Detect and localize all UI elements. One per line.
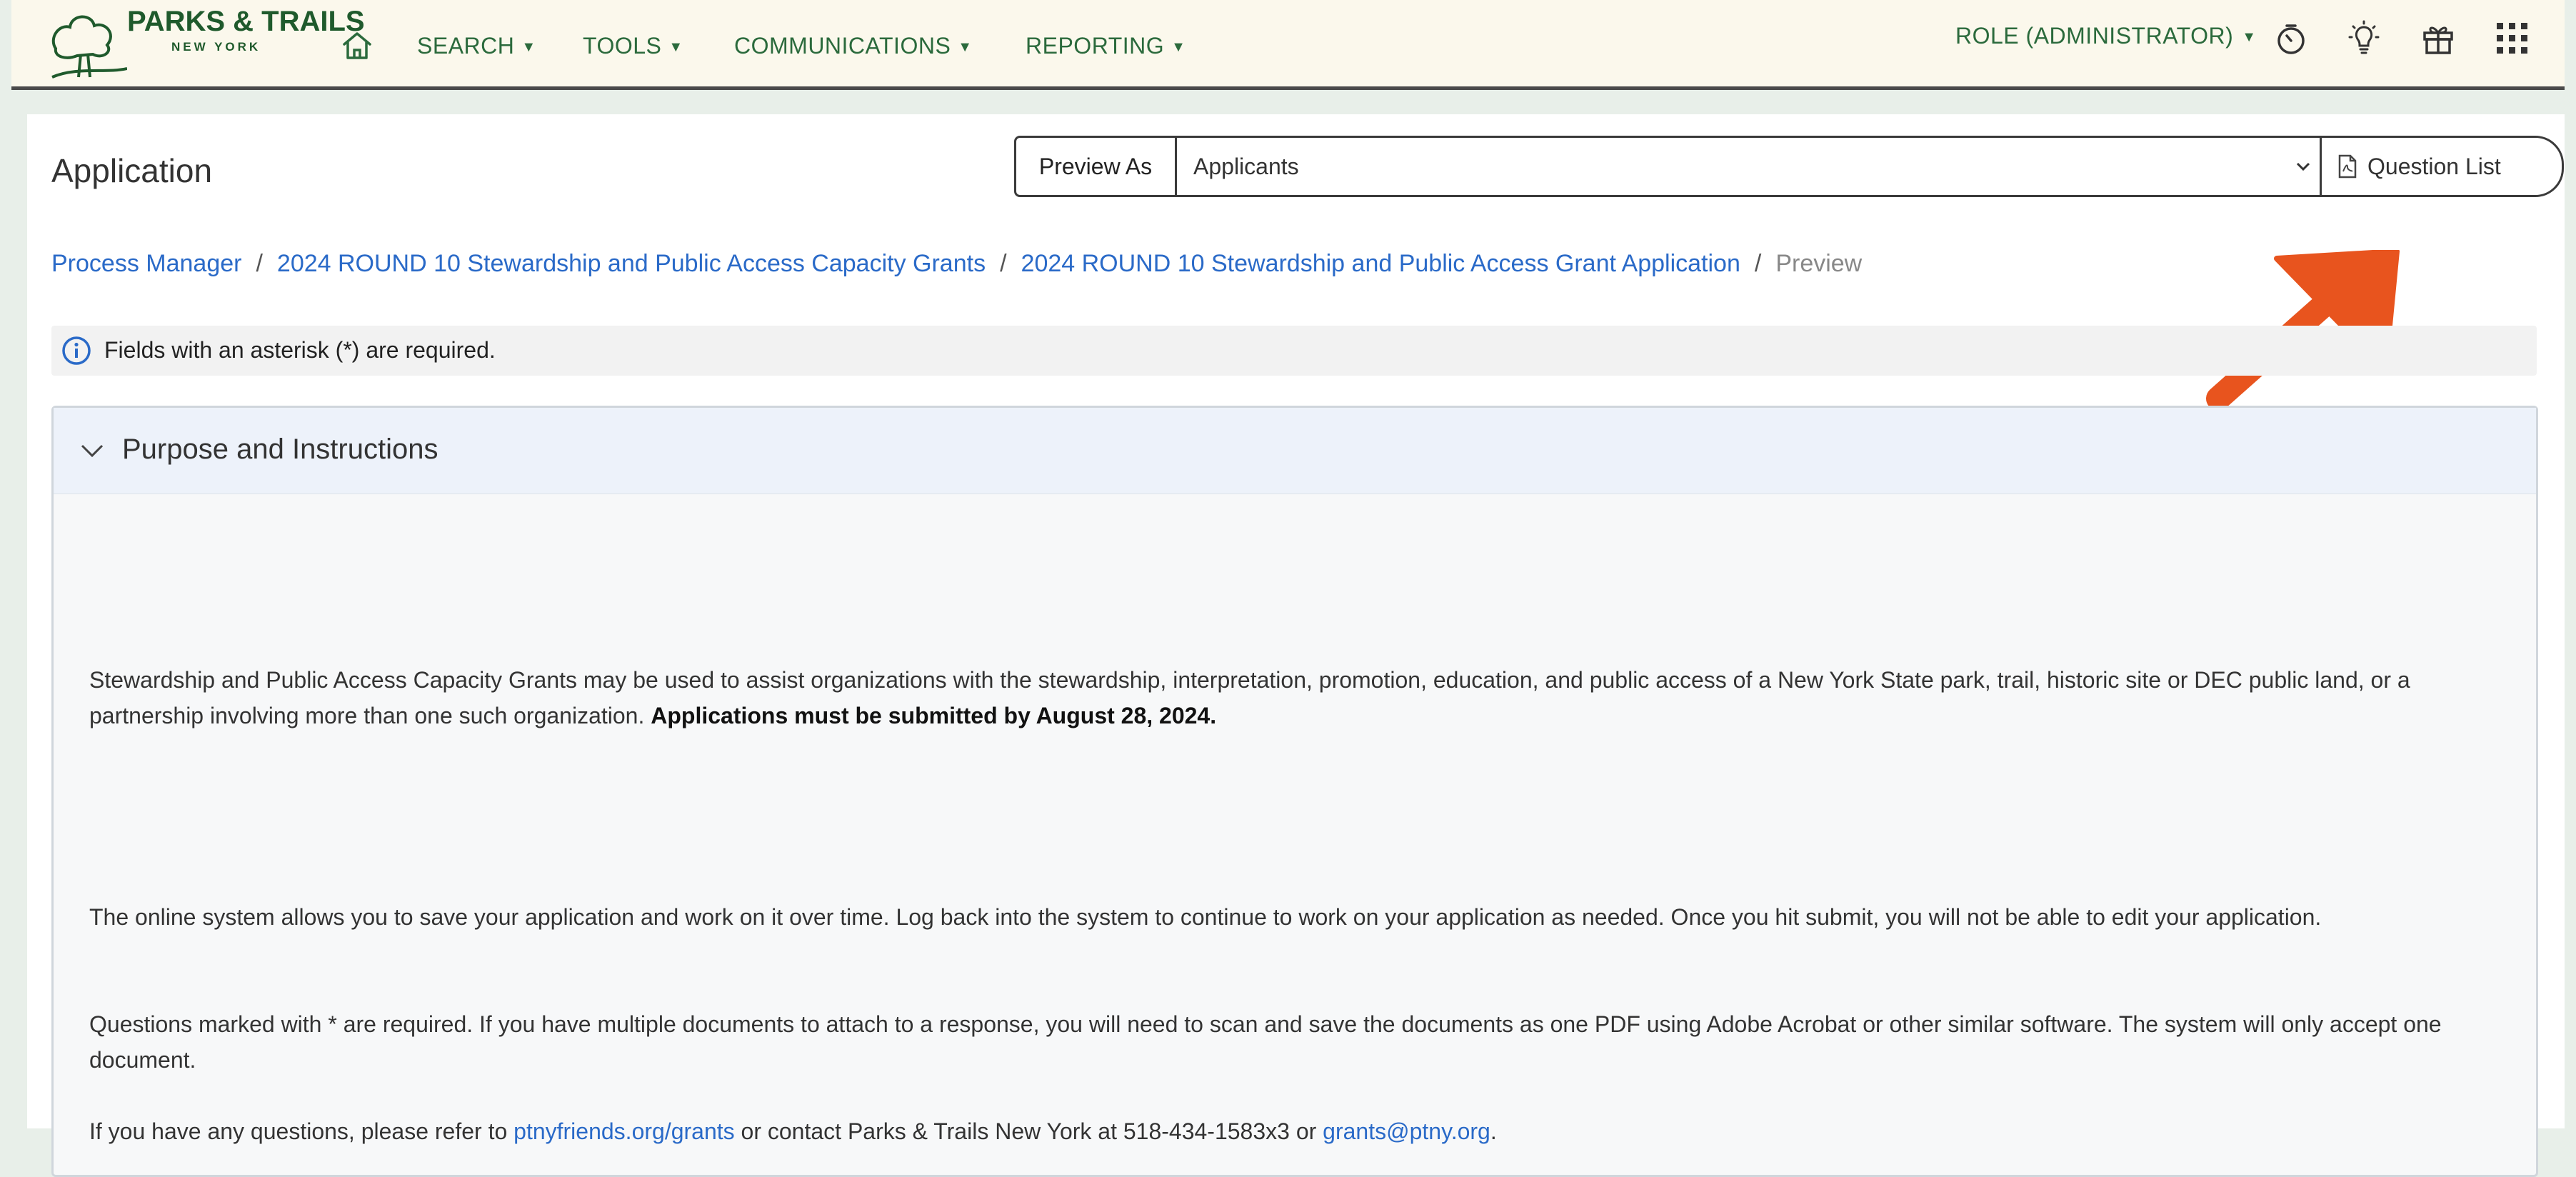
preview-as-control: Preview As Applicants Question List [1014, 136, 2564, 197]
gift-icon[interactable] [2418, 19, 2458, 59]
section-title: Purpose and Instructions [122, 434, 438, 465]
info-icon [62, 336, 91, 365]
grants-website-link[interactable]: ptnyfriends.org/grants [513, 1118, 735, 1144]
parks-trails-logo[interactable]: PARKS & TRAILS NEW YORK [49, 6, 365, 84]
pdf-document-icon [2338, 154, 2357, 178]
preview-as-label: Preview As [1016, 138, 1177, 195]
question-list-label: Question List [2367, 154, 2501, 179]
preview-as-select[interactable]: Applicants [1175, 138, 2317, 195]
caret-down-icon: ▼ [668, 39, 683, 55]
breadcrumb-current: Preview [1775, 250, 1863, 277]
nav-communications-label: COMMUNICATIONS [734, 33, 951, 59]
tree-logo-icon [51, 15, 127, 79]
contact-text-pre: If you have any questions, please refer … [89, 1118, 514, 1144]
breadcrumb-separator: / [256, 250, 263, 277]
paragraph-contact: If you have any questions, please refer … [89, 1113, 2510, 1149]
caret-down-icon: ▼ [958, 39, 973, 55]
question-list-button[interactable]: Question List [2320, 138, 2562, 195]
chevron-down-icon[interactable] [2293, 156, 2313, 176]
chevron-down-icon[interactable] [79, 439, 105, 462]
nav-search-label: SEARCH [417, 33, 515, 59]
caret-down-icon: ▼ [521, 39, 536, 55]
caret-down-icon: ▼ [1171, 39, 1186, 55]
breadcrumb-grant-application[interactable]: 2024 ROUND 10 Stewardship and Public Acc… [1021, 250, 1740, 277]
breadcrumb-separator: / [1000, 250, 1007, 277]
breadcrumb-separator: / [1754, 250, 1762, 277]
breadcrumb-capacity-grants[interactable]: 2024 ROUND 10 Stewardship and Public Acc… [277, 250, 986, 277]
nav-reporting[interactable]: REPORTING ▼ [1026, 33, 1186, 59]
purpose-text: Stewardship and Public Access Capacity G… [89, 667, 2410, 728]
main-panel: Application Preview As Applicants Questi… [27, 114, 2565, 1177]
home-icon[interactable] [340, 29, 374, 63]
nav-reporting-label: REPORTING [1026, 33, 1165, 59]
nav-tools-label: TOOLS [583, 33, 662, 59]
required-fields-notice: Fields with an asterisk (*) are required… [51, 326, 2537, 376]
breadcrumb: Process Manager / 2024 ROUND 10 Stewardshi… [51, 250, 1862, 278]
paragraph-purpose: Stewardship and Public Access Capacity G… [89, 662, 2510, 733]
role-dropdown[interactable]: ROLE (ADMINISTRATOR) ▼ [1955, 23, 2257, 49]
role-label: ROLE (ADMINISTRATOR) [1955, 23, 2234, 49]
paragraph-online-system: The online system allows you to save you… [89, 904, 2322, 930]
section-header[interactable]: Purpose and Instructions [54, 408, 2536, 494]
logo-title: PARKS & TRAILS [127, 6, 365, 37]
contact-text-mid: or contact Parks & Trails New York at 51… [734, 1118, 1323, 1144]
contact-text-end: . [1490, 1118, 1497, 1144]
app-grid-icon[interactable] [2492, 19, 2532, 59]
notice-text: Fields with an asterisk (*) are required… [104, 337, 496, 363]
caret-down-icon: ▼ [2242, 29, 2257, 45]
timer-icon[interactable] [2271, 19, 2311, 59]
nav-tools[interactable]: TOOLS ▼ [583, 33, 683, 59]
nav-communications[interactable]: COMMUNICATIONS ▼ [734, 33, 973, 59]
page-title: Application [51, 152, 213, 189]
breadcrumb-process-manager[interactable]: Process Manager [51, 250, 241, 277]
purpose-instructions-section: Purpose and Instructions Stewardship and… [51, 406, 2538, 1177]
paragraph-required-questions: Questions marked with * are required. If… [89, 1011, 2442, 1073]
lightbulb-icon[interactable] [2344, 19, 2384, 59]
top-navigation-bar: PARKS & TRAILS NEW YORK SEARCH ▼ TOOLS ▼ C… [11, 0, 2565, 90]
deadline-text: Applications must be submitted by August… [651, 703, 1217, 728]
nav-search[interactable]: SEARCH ▼ [417, 33, 536, 59]
grants-email-link[interactable]: grants@ptny.org [1323, 1118, 1490, 1144]
logo-subtitle: NEW YORK [171, 40, 261, 54]
